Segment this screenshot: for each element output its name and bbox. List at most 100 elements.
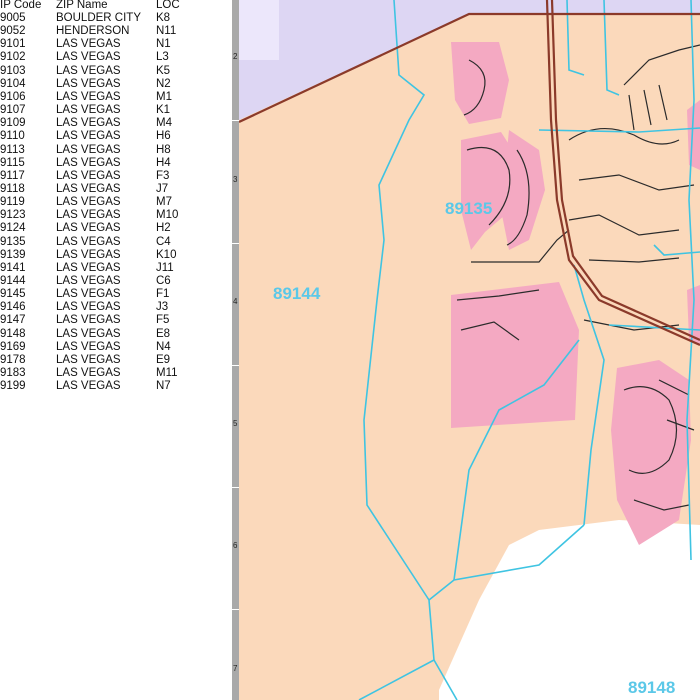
zip-code-index: IP Code ZIP Name LOC 9005 BOULDER CITY K8 9… <box>0 0 232 700</box>
loc-cell: H2 <box>156 222 171 235</box>
zip-code-cell: 9107 <box>0 104 26 117</box>
zip-code-cell: 9148 <box>0 327 26 340</box>
zip-name-cell: LAS VEGAS <box>56 235 121 248</box>
zip-code-cell: 9199 <box>0 380 26 393</box>
zip-code-cell: 9005 <box>0 12 26 24</box>
zip-code-cell: 9178 <box>0 353 26 366</box>
loc-cell: H4 <box>156 156 171 169</box>
zip-index-row: 9141 LAS VEGAS J11 <box>0 262 232 275</box>
zip-name-cell: LAS VEGAS <box>56 169 121 182</box>
zip-index-row: 9113 LAS VEGAS H8 <box>0 144 232 157</box>
loc-cell: N1 <box>156 38 171 51</box>
zip-index-row: 9052 HENDERSON N11 <box>0 25 232 38</box>
zip-name-cell: LAS VEGAS <box>56 367 121 380</box>
loc-cell: M7 <box>156 196 172 209</box>
zip-index-row: 9145 LAS VEGAS F1 <box>0 288 232 301</box>
zip-code-cell: 9115 <box>0 156 25 169</box>
zip-name-cell: LAS VEGAS <box>56 261 121 274</box>
zip-code-cell: 9141 <box>0 261 26 274</box>
grid-row-label: 4 <box>233 297 238 306</box>
loc-cell: F3 <box>156 169 170 182</box>
zip-name-cell: LAS VEGAS <box>56 327 121 340</box>
loc-cell: H8 <box>156 143 171 156</box>
grid-row-label: 6 <box>233 541 238 550</box>
zip-code-cell: 9109 <box>0 117 26 130</box>
zip-code-cell: 9104 <box>0 77 26 90</box>
zip-name-cell: LAS VEGAS <box>56 275 121 287</box>
north-light-area <box>239 0 279 60</box>
zip-code-cell: 9183 <box>0 367 26 380</box>
zip-name-cell: LAS VEGAS <box>56 340 121 353</box>
loc-cell: N7 <box>156 380 171 393</box>
zip-index-row: 9146 LAS VEGAS J3 <box>0 301 232 314</box>
grid-row-label: 2 <box>233 52 238 61</box>
zip-code-cell: 9118 <box>0 182 25 195</box>
loc-cell: J11 <box>156 261 174 274</box>
zip-index-row: 9104 LAS VEGAS N2 <box>0 78 232 91</box>
grid-row-label: 3 <box>233 175 238 184</box>
zip-name-cell: LAS VEGAS <box>56 51 121 64</box>
zip-code-cell: 9139 <box>0 248 26 261</box>
header-zip-code: IP Code <box>0 0 42 11</box>
zip-index-row: 9178 LAS VEGAS E9 <box>0 354 232 367</box>
zip-code-cell: 9144 <box>0 275 26 287</box>
zip-name-cell: LAS VEGAS <box>56 117 121 130</box>
zip-name-cell: LAS VEGAS <box>56 104 121 117</box>
ruler-tick <box>232 243 239 244</box>
zip-code-cell: 9117 <box>0 169 25 182</box>
grid-ruler <box>232 0 239 700</box>
ruler-tick <box>232 120 239 121</box>
zip-name-cell: LAS VEGAS <box>56 182 121 195</box>
zip-index-row: 9144 LAS VEGAS C6 <box>0 275 232 288</box>
zip-code-cell: 9101 <box>0 38 26 51</box>
loc-cell: K10 <box>156 248 177 261</box>
zip-name-cell: LAS VEGAS <box>56 130 121 143</box>
zip-name-cell: HENDERSON <box>56 25 130 38</box>
loc-cell: N11 <box>156 25 177 38</box>
zip-name-cell: LAS VEGAS <box>56 77 121 90</box>
loc-cell: C6 <box>156 275 171 287</box>
zip-label-89144: 89144 <box>273 284 321 303</box>
zip-index-row: 9107 LAS VEGAS K1 <box>0 104 232 117</box>
zip-index-row: 9124 LAS VEGAS H2 <box>0 222 232 235</box>
zip-code-cell: 9119 <box>0 196 25 209</box>
loc-cell: K1 <box>156 104 171 117</box>
loc-cell: J3 <box>156 301 169 314</box>
zip-index-row: 9103 LAS VEGAS K5 <box>0 65 232 78</box>
zip-index-row: 9109 LAS VEGAS M4 <box>0 117 232 130</box>
zip-name-cell: LAS VEGAS <box>56 353 121 366</box>
zip-code-cell: 9102 <box>0 51 26 64</box>
zip-code-map: 89144 89135 89148 <box>239 0 700 700</box>
zip-code-cell: 9110 <box>0 130 25 143</box>
zip-index-row: 9135 LAS VEGAS C4 <box>0 236 232 249</box>
zip-code-cell: 9146 <box>0 301 26 314</box>
zip-index-row: 9183 LAS VEGAS M11 <box>0 367 232 380</box>
golf-club-area <box>451 282 579 428</box>
loc-cell: N2 <box>156 77 171 90</box>
zip-index-row: 9102 LAS VEGAS L3 <box>0 51 232 64</box>
zip-index-row: 9199 LAS VEGAS N7 <box>0 380 232 393</box>
loc-cell: J7 <box>156 182 169 195</box>
zip-name-cell: LAS VEGAS <box>56 380 121 393</box>
zip-index-header: IP Code ZIP Name LOC <box>0 0 232 12</box>
ruler-tick <box>232 365 239 366</box>
zip-code-cell: 9145 <box>0 288 26 301</box>
grid-row-label: 5 <box>233 419 238 428</box>
zip-code-cell: 9124 <box>0 222 26 235</box>
zip-index-row: 9119 LAS VEGAS M7 <box>0 196 232 209</box>
loc-cell: L3 <box>156 51 169 64</box>
zip-name-cell: LAS VEGAS <box>56 301 121 314</box>
zip-name-cell: LAS VEGAS <box>56 222 121 235</box>
loc-cell: M4 <box>156 117 172 130</box>
zip-index-row: 9169 LAS VEGAS N4 <box>0 341 232 354</box>
zip-index-row: 9110 LAS VEGAS H6 <box>0 130 232 143</box>
zip-name-cell: LAS VEGAS <box>56 156 121 169</box>
zip-index-row: 9005 BOULDER CITY K8 <box>0 12 232 25</box>
zip-code-cell: 9135 <box>0 235 26 248</box>
loc-cell: E8 <box>156 327 171 340</box>
zip-name-cell: LAS VEGAS <box>56 209 121 222</box>
zip-code-cell: 9169 <box>0 340 26 353</box>
header-loc: LOC <box>156 0 180 11</box>
loc-cell: N4 <box>156 340 171 353</box>
zip-index-row: 9139 LAS VEGAS K10 <box>0 249 232 262</box>
